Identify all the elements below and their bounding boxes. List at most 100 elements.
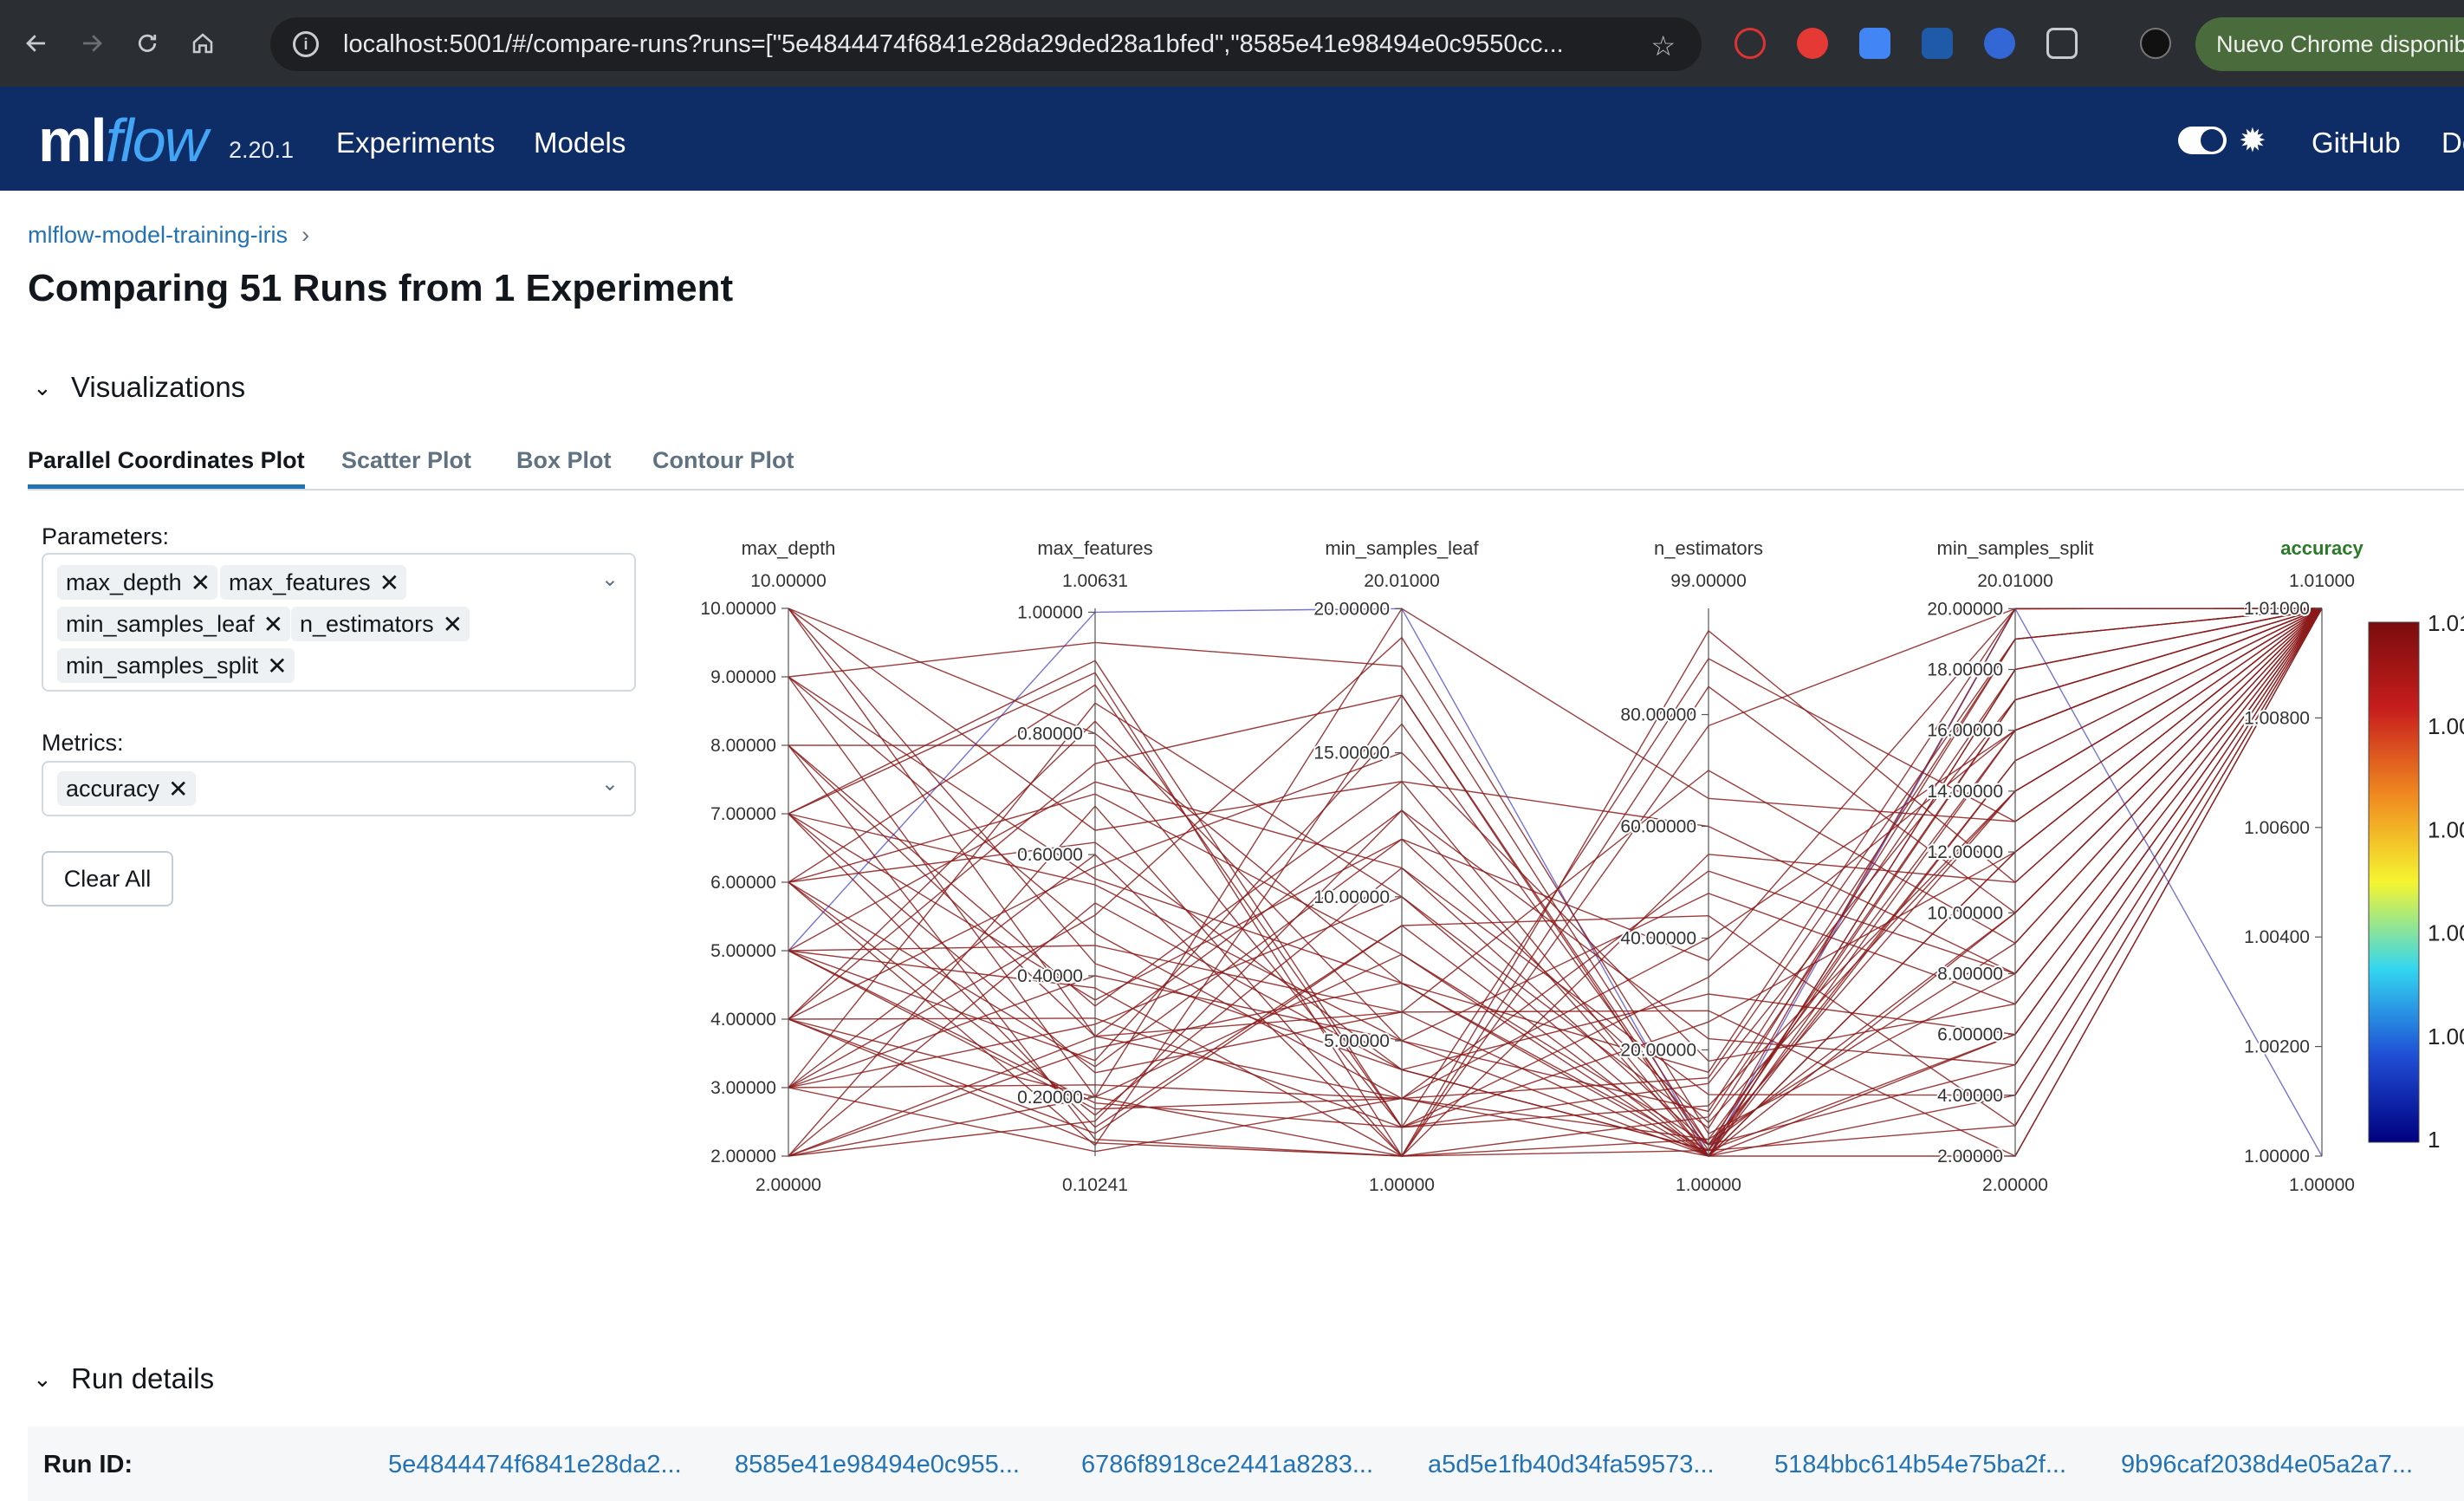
tick-label: 6.00000 [1937,1025,2003,1045]
run-id-link[interactable]: 6786f8918ce2441a8283... [1081,1451,1373,1479]
dark-mode-toggle[interactable] [2178,127,2227,154]
remove-icon[interactable]: ✕ [263,610,283,639]
nav-models[interactable]: Models [534,127,626,159]
chevron-down-icon[interactable]: ⌄ [601,567,619,592]
tick-label: 5.00000 [710,941,776,961]
colorbar-tick-label: 1.00 [2428,713,2464,739]
run-line [788,608,2323,1140]
forward-icon[interactable] [73,24,111,62]
parameters-select[interactable]: max_depth ✕ max_features ✕ min_samples_lea… [42,553,636,692]
tick-label: 1.00400 [2244,927,2310,947]
extension-table-icon[interactable] [1922,28,1953,59]
run-id-link[interactable]: 5184bbc614b54e75ba2f... [1774,1451,2066,1479]
axis-max-label: 10.00000 [750,571,827,591]
remove-icon[interactable]: ✕ [443,610,463,639]
tick-label: 20.00000 [1313,599,1390,619]
tick-label: 80.00000 [1620,705,1696,725]
colorbar-tick-label: 1.00 [2428,816,2464,842]
clear-all-button[interactable]: Clear All [42,851,173,906]
tick-label: 1.00000 [2244,1147,2310,1166]
visualizations-section-toggle[interactable]: ⌄ Visualizations [33,371,245,404]
breadcrumb-experiment-link[interactable]: mlflow-model-training-iris [28,222,288,248]
colorbar: 1.01 1.00 1.00 1.00 1.00 1 [2368,610,2464,1153]
colorbar-tick-label: 1.00 [2428,1023,2464,1049]
run-id-link[interactable]: 9b96caf2038d4e05a2a7... [2121,1451,2413,1479]
mlflow-header: mlflow 2.20.1 Experiments Models ✹ GitHu… [0,87,2464,191]
sun-icon: ✹ [2239,123,2266,159]
tick-label: 18.00000 [1927,660,2003,680]
remove-icon[interactable]: ✕ [379,569,399,597]
run-id-row: Run ID: 5e4844474f6841e28da2... 8585e41e… [28,1426,2464,1501]
extensions-puzzle-icon[interactable] [2046,28,2078,59]
chevron-down-icon[interactable]: ⌄ [601,771,619,796]
address-bar[interactable]: i localhost:5001/#/compare-runs?runs=["5… [270,17,1702,71]
parallel-coordinates-plot[interactable]: max_depth 10.00000 2.00000 10.00000 9.00000 8… [676,520,2464,1213]
browser-toolbar: i localhost:5001/#/compare-runs?runs=["5… [0,0,2464,87]
run-id-link[interactable]: 5e4844474f6841e28da2... [388,1451,682,1479]
extension-translate-icon[interactable] [1859,28,1890,59]
colorbar-tick-label: 1 [2428,1127,2440,1153]
nav-experiments[interactable]: Experiments [336,127,495,159]
run-line [788,608,2323,1074]
tick-label: 10.00000 [1313,887,1390,907]
site-info-icon[interactable]: i [293,31,319,57]
param-chip-label: n_estimators [300,610,434,637]
extension-stop-icon[interactable] [1797,28,1828,59]
axis-min-label: 2.00000 [1982,1175,2048,1195]
remove-icon[interactable]: ✕ [267,652,287,680]
tick-label: 8.00000 [1937,964,2003,984]
tick-label: 0.40000 [1017,966,1083,986]
run-id-link[interactable]: a5d5e1fb40d34fa59573... [1428,1451,1715,1479]
axis-title: accuracy [2280,537,2363,559]
home-icon[interactable] [184,24,222,62]
tick-label: 14.00000 [1927,782,2003,802]
tick-label: 0.20000 [1017,1088,1083,1108]
tick-label: 9.00000 [710,667,776,687]
axis-min-label: 1.00000 [1369,1175,1435,1195]
remove-icon[interactable]: ✕ [191,569,211,597]
remove-icon[interactable]: ✕ [168,775,188,803]
tick-label: 4.00000 [710,1010,776,1030]
url-text[interactable]: localhost:5001/#/compare-runs?runs=["5e4… [343,30,1643,59]
run-details-section-toggle[interactable]: ⌄ Run details [33,1362,214,1395]
tick-label: 10.00000 [1927,903,2003,923]
run-id-label: Run ID: [43,1451,133,1478]
back-icon[interactable] [17,24,55,62]
chevron-down-icon: ⌄ [33,374,52,400]
extension-record-icon[interactable] [1735,28,1766,59]
run-line [788,608,2323,1062]
run-id-link[interactable]: 8585e41e98494e0c955... [735,1451,1020,1479]
tick-label: 1.00200 [2244,1037,2310,1057]
chrome-update-button[interactable]: Nuevo Chrome disponib [2195,17,2464,71]
tick-label: 4.00000 [1937,1086,2003,1106]
tick-label: 2.00000 [1937,1147,2003,1166]
tab-scatter-plot[interactable]: Scatter Plot [341,447,471,474]
extension-search-icon[interactable] [1984,28,2015,59]
tab-parallel-coordinates[interactable]: Parallel Coordinates Plot [28,447,305,489]
tick-label: 20.00000 [1620,1040,1696,1060]
mlflow-logo[interactable]: mlflow [38,106,208,175]
tick-label: 0.60000 [1017,845,1083,865]
param-chip: n_estimators ✕ [291,607,470,641]
reload-icon[interactable] [128,24,166,62]
run-line [788,608,2323,1124]
nav-github[interactable]: GitHub [2312,127,2401,159]
nav-docs[interactable]: Do [2441,127,2464,159]
tick-label: 6.00000 [710,873,776,893]
tab-contour-plot[interactable]: Contour Plot [652,447,794,474]
run-details-heading: Run details [71,1362,215,1394]
tick-label: 1.00000 [1017,602,1083,622]
bookmark-star-icon[interactable]: ☆ [1650,29,1676,62]
visualizations-heading: Visualizations [71,371,246,403]
tick-label: 1.01000 [2244,599,2310,619]
visualization-tabs: Parallel Coordinates Plot Scatter Plot B… [28,447,2464,491]
tick-label: 7.00000 [710,804,776,824]
tick-label: 1.00800 [2244,708,2310,728]
tick-label: 10.00000 [700,599,776,619]
tab-box-plot[interactable]: Box Plot [516,447,612,474]
parameters-label: Parameters: [42,523,170,549]
metric-chip-label: accuracy [66,775,160,802]
parallel-coordinates-svg[interactable]: max_depth 10.00000 2.00000 10.00000 9.00000 8… [676,520,2464,1213]
profile-avatar[interactable] [2140,28,2171,59]
metrics-select[interactable]: accuracy ✕ ⌄ [42,761,636,816]
